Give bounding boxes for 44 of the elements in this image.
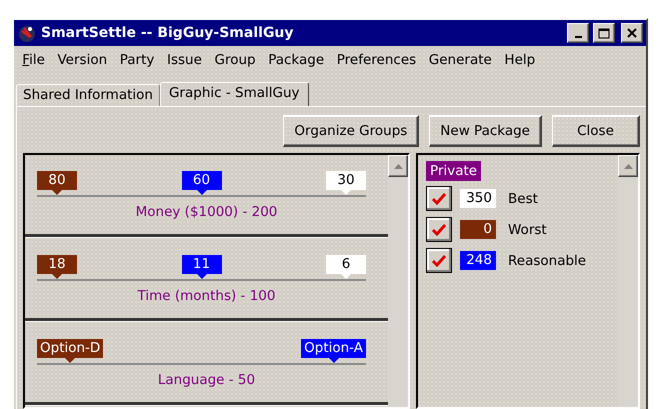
window-title: SmartSettle -- BigGuy-SmallGuy [41, 25, 295, 41]
check-icon [432, 224, 446, 236]
scroll-up-button[interactable] [388, 155, 408, 177]
maximize-icon [598, 28, 610, 38]
up-arrow-icon [624, 164, 632, 168]
row-label: Worst [508, 222, 547, 238]
checkbox[interactable] [426, 217, 452, 242]
section-heading: Private [426, 161, 482, 181]
tab[interactable]: Shared Information [16, 84, 160, 106]
menu-item[interactable]: Help [498, 50, 542, 70]
menu-item[interactable]: File [16, 50, 52, 70]
menu-item[interactable]: Package [262, 50, 330, 70]
value-field: 350 [460, 189, 496, 208]
row-label: Reasonable [508, 252, 586, 268]
close-icon [627, 28, 637, 38]
app-logo-icon [17, 23, 37, 43]
toolbar-button[interactable]: New Package [429, 115, 542, 147]
scrollbar[interactable] [618, 155, 638, 407]
menu-item[interactable]: Group [208, 50, 262, 70]
scrollbar[interactable] [388, 155, 408, 407]
menu-item[interactable]: Preferences [330, 50, 422, 70]
toolbar-button[interactable]: Organize Groups [283, 115, 420, 147]
checkbox[interactable] [426, 248, 452, 273]
issue-label: Time (months) - 100 [138, 288, 276, 304]
value-field: 248 [460, 251, 496, 270]
check-icon [432, 254, 446, 266]
issue-label: Language - 50 [158, 372, 256, 388]
minimize-icon [574, 36, 582, 38]
minimize-button[interactable] [567, 23, 589, 43]
maximize-button[interactable] [593, 23, 615, 43]
menu-item[interactable]: Generate [422, 50, 498, 70]
check-icon [432, 192, 446, 204]
toolbar-button[interactable]: Close [552, 115, 640, 147]
up-arrow-icon [394, 164, 402, 168]
menu-item[interactable]: Party [113, 50, 161, 70]
menu-item[interactable]: Issue [160, 50, 208, 70]
issue-label: Money ($1000) - 200 [136, 204, 278, 220]
tab[interactable]: Graphic - SmallGuy [160, 82, 309, 107]
scroll-up-button[interactable] [618, 155, 638, 177]
row-label: Best [508, 190, 538, 206]
menu-item[interactable]: Version [51, 50, 114, 70]
value-field: 0 [460, 220, 496, 239]
close-button[interactable] [621, 23, 643, 43]
checkbox[interactable] [426, 186, 452, 211]
